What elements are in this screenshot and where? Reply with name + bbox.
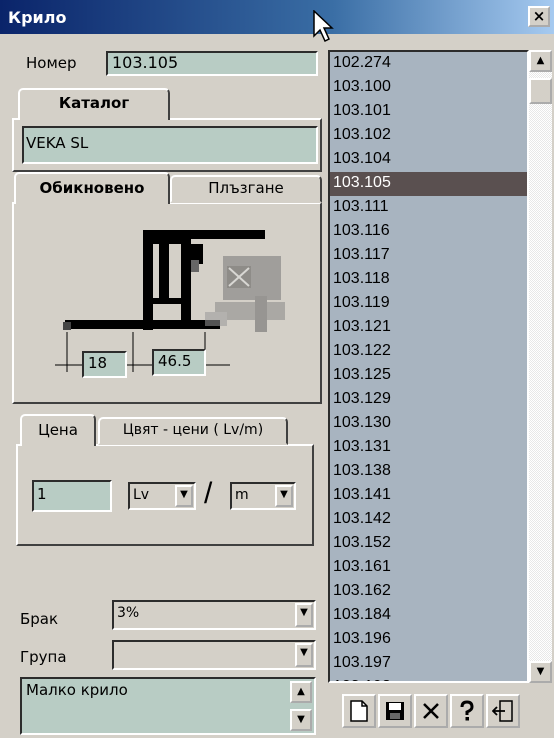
list-item[interactable]: 103.184 [330, 604, 527, 628]
close-button[interactable]: × [528, 6, 550, 27]
exit-button[interactable] [486, 694, 520, 728]
list-item[interactable]: 103.198 [330, 676, 527, 681]
list-item[interactable]: 103.138 [330, 460, 527, 484]
list-item[interactable]: 103.162 [330, 580, 527, 604]
list-item[interactable]: 103.122 [330, 340, 527, 364]
list-item[interactable]: 103.104 [330, 148, 527, 172]
chevron-down-icon[interactable]: ▼ [275, 485, 293, 507]
list-item[interactable]: 103.102 [330, 124, 527, 148]
group-label: Група [20, 648, 67, 666]
tab-catalog[interactable]: Каталог [18, 88, 170, 120]
list-scrollbar[interactable]: ▲ ▼ [529, 50, 552, 683]
new-button[interactable] [342, 694, 376, 728]
list-item[interactable]: 103.111 [330, 196, 527, 220]
help-icon [460, 700, 474, 721]
list-item[interactable]: 103.100 [330, 76, 527, 100]
tab-sliding[interactable]: Плъзгане [170, 175, 322, 203]
scroll-down-icon[interactable]: ▼ [529, 661, 552, 683]
chevron-down-icon[interactable]: ▼ [175, 485, 193, 507]
note-text: Малко крило [26, 681, 128, 699]
list-item[interactable]: 103.152 [330, 532, 527, 556]
tab-normal[interactable]: Обикновено [14, 172, 170, 204]
price-field[interactable]: 1 [32, 480, 112, 512]
list-item[interactable]: 103.105 [330, 172, 527, 196]
delete-button[interactable] [414, 694, 448, 728]
list-item[interactable]: 103.130 [330, 412, 527, 436]
window-title: Крило [8, 8, 67, 27]
list-item[interactable]: 103.131 [330, 436, 527, 460]
number-label: Номер [26, 54, 77, 72]
list-item[interactable]: 103.118 [330, 268, 527, 292]
list-item[interactable]: 103.117 [330, 244, 527, 268]
list-item[interactable]: 103.161 [330, 556, 527, 580]
note-scroll-up-icon[interactable]: ▲ [290, 681, 312, 703]
hardware-overlay-shape [205, 256, 285, 332]
catalog-field[interactable]: VEKA SL [22, 126, 318, 164]
defect-select[interactable]: 3% ▼ [112, 600, 316, 630]
list-item[interactable]: 103.142 [330, 508, 527, 532]
group-select[interactable]: ▼ [112, 640, 316, 670]
note-textarea[interactable]: Малко крило [20, 677, 316, 735]
currency-value: Lv [133, 487, 150, 503]
defect-label: Брак [20, 610, 59, 628]
dimension-field-1[interactable]: 18 [82, 351, 127, 378]
title-bar: Крило [0, 0, 554, 34]
per-separator: / [204, 477, 213, 510]
unit-select[interactable]: m ▼ [230, 482, 296, 510]
list-item[interactable]: 103.141 [330, 484, 527, 508]
list-item[interactable]: 103.129 [330, 388, 527, 412]
chevron-down-icon[interactable]: ▼ [295, 643, 313, 667]
list-item[interactable]: 103.196 [330, 628, 527, 652]
exit-icon [491, 700, 513, 722]
list-item[interactable]: 103.116 [330, 220, 527, 244]
list-item[interactable]: 103.197 [330, 652, 527, 676]
unit-value: m [235, 487, 249, 503]
dimension-field-2[interactable]: 46.5 [152, 349, 206, 376]
help-button[interactable] [450, 694, 484, 728]
delete-icon [423, 703, 439, 719]
currency-select[interactable]: Lv ▼ [128, 482, 196, 510]
scroll-thumb[interactable] [529, 78, 552, 104]
defect-value: 3% [117, 605, 140, 621]
number-field[interactable]: 103.105 [106, 51, 318, 76]
list-item[interactable]: 103.121 [330, 316, 527, 340]
mouse-cursor-icon [313, 10, 334, 43]
tab-price[interactable]: Цена [20, 414, 96, 446]
list-item[interactable]: 103.125 [330, 364, 527, 388]
list-item[interactable]: 102.274 [330, 52, 527, 76]
tab-color-price[interactable]: Цвят - цени ( Lv/m) [98, 417, 288, 445]
list-item[interactable]: 103.119 [330, 292, 527, 316]
chevron-down-icon[interactable]: ▼ [295, 603, 313, 627]
scroll-up-icon[interactable]: ▲ [529, 50, 552, 72]
list-item[interactable]: 103.101 [330, 100, 527, 124]
new-document-icon [350, 700, 368, 722]
note-scroll-down-icon[interactable]: ▼ [290, 709, 312, 731]
save-icon [386, 702, 404, 720]
save-button[interactable] [378, 694, 412, 728]
profile-list[interactable]: 102.274 103.100 103.101 103.102 103.104 103.1… [328, 50, 529, 683]
